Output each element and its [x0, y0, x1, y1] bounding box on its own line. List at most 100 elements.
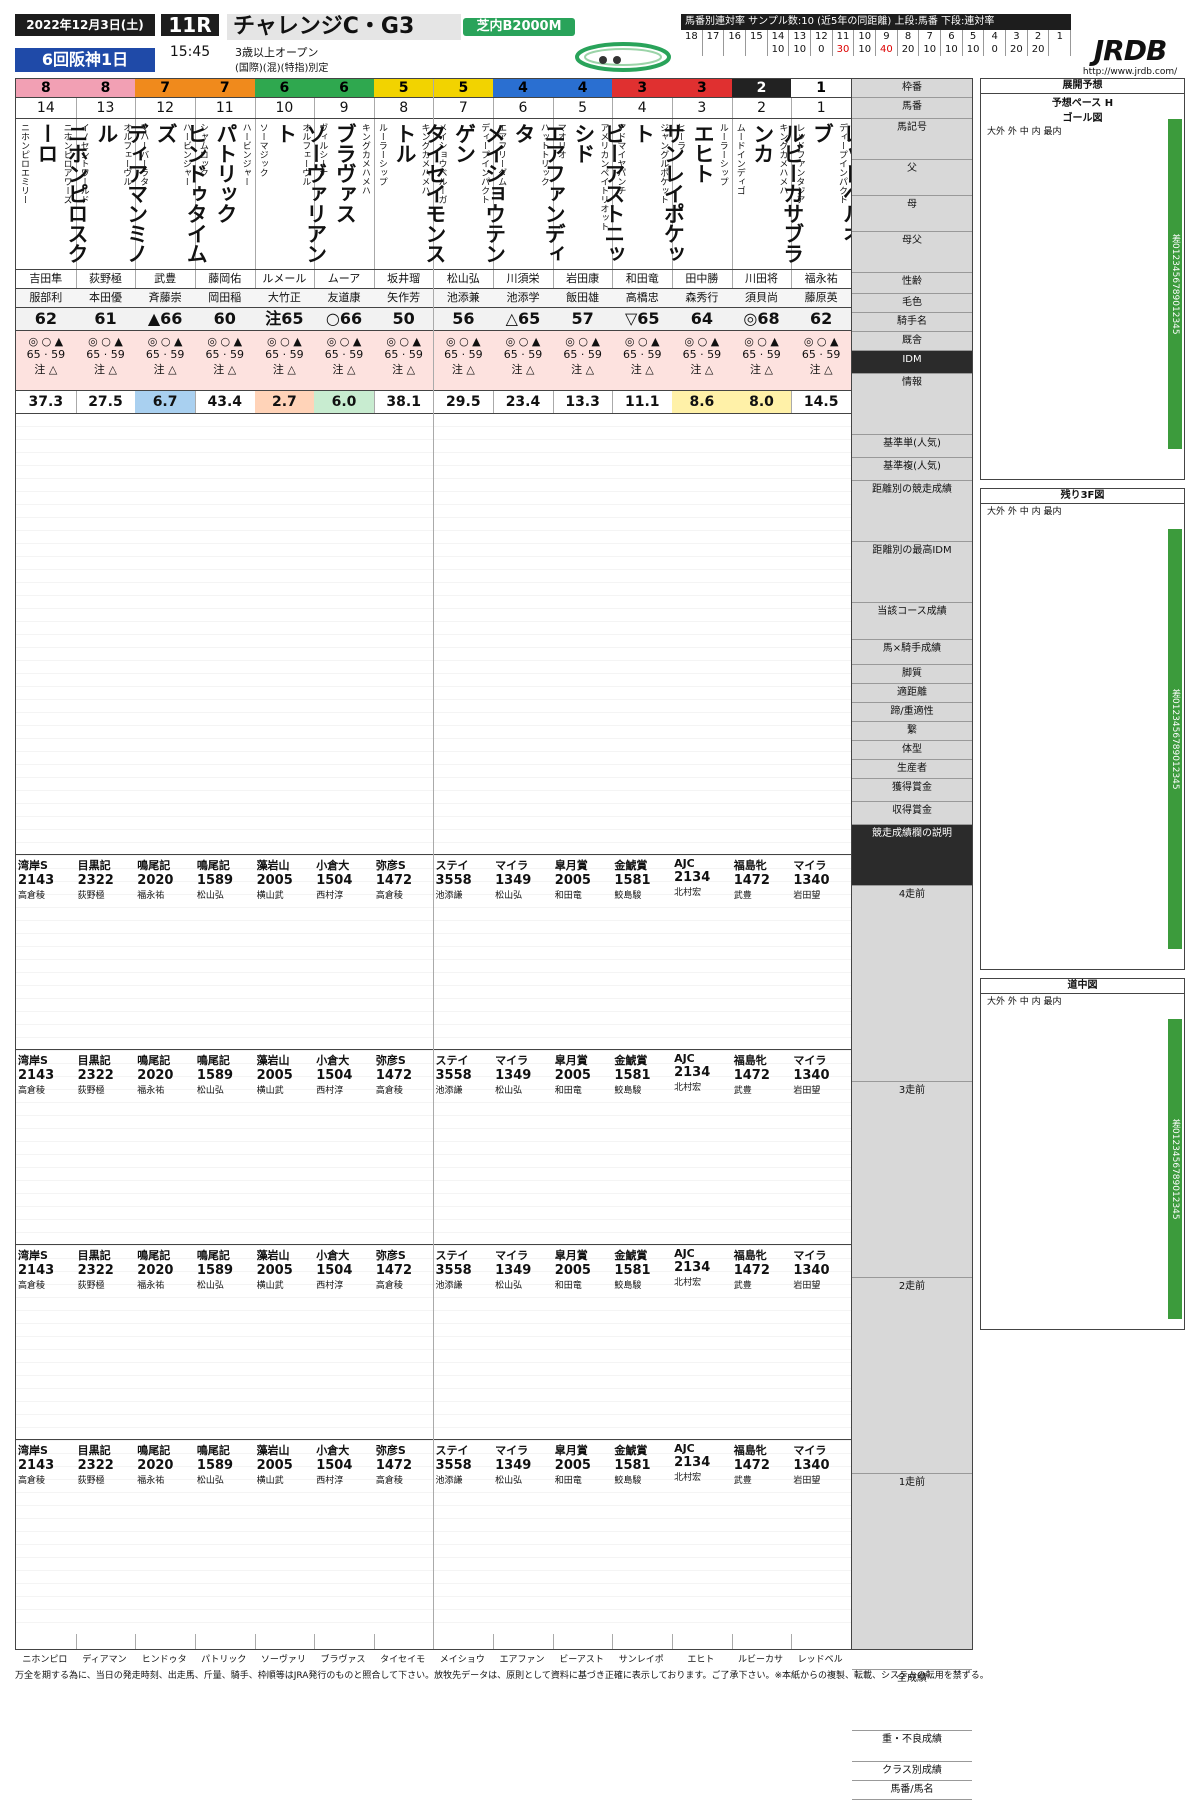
- base-odds: 2.7: [254, 391, 315, 414]
- past-race-cell: マイラ 1340 岩田望: [791, 1244, 851, 1374]
- past-race-cell: 皐月賞 2005 和田竜: [552, 1244, 613, 1374]
- horse-name-block[interactable]: シャムロック パトリック ハービンジャー: [194, 119, 255, 270]
- row-label: 情報: [852, 374, 972, 435]
- jockey-name: 田中勝: [672, 270, 732, 289]
- past-race-cell: ステイ 3558 池添謙: [433, 1244, 494, 1374]
- bottom-horse-name: サンレイポ: [618, 1655, 664, 1665]
- base-odds: 11.1: [612, 391, 673, 414]
- horse-name: ブラヴァス: [333, 123, 358, 223]
- past-race-name: 皐月賞: [554, 859, 588, 872]
- jockey-name: 藤岡佑: [194, 270, 255, 289]
- row-label: 母父: [852, 232, 972, 273]
- past-race-time: 2020: [137, 1263, 174, 1278]
- past-race-name: AJC: [674, 1247, 695, 1260]
- base-odds: 43.4: [194, 391, 255, 414]
- trainer-name: 服部利: [16, 289, 76, 308]
- past-race-name: 金鯱賞: [614, 1249, 648, 1262]
- past-race-jockey: 鮫島駿: [614, 1281, 642, 1291]
- bottom-horse-name: ヒンドゥタ: [141, 1655, 187, 1665]
- past-race-jockey: 鮫島駿: [614, 1476, 642, 1486]
- past-race-jockey: 北村宏: [674, 1473, 702, 1483]
- past-race-time: 2005: [256, 1068, 293, 1083]
- horse-name-block[interactable]: マハーバーラタ ヒンドゥタイムズ ハービンジャー: [135, 119, 208, 270]
- past-race-name: 目黒記: [77, 1054, 111, 1067]
- horse-name-block[interactable]: ムードインディゴ ルビーカサブランカ キングカメハメハ: [731, 119, 805, 270]
- row-label: 馬記号: [852, 119, 972, 160]
- info-marks: ◎ ○ ▲ 65 · 59 注 △: [314, 331, 374, 391]
- idm-value: △65: [493, 308, 553, 331]
- past-race-name: 鳴尾記: [137, 859, 171, 872]
- past-race-cell: 金鯱賞 1581 鮫島駿: [612, 1244, 673, 1374]
- horse-number: 6: [493, 98, 553, 119]
- jockey-name: ムーア: [314, 270, 374, 289]
- horse-name-block[interactable]: マオリオ ビーアストニッシド アメリカンペイトリオット: [552, 119, 626, 270]
- horse-column: 5 8 ルーラーシップ タイセイモンストル キングカメハメハ 坂井瑠 矢作芳 5…: [373, 79, 447, 1649]
- past-race-name: 金鯱賞: [614, 1444, 648, 1457]
- past-race-jockey: 高倉稜: [18, 1086, 46, 1096]
- past-race-time: 2005: [256, 1458, 293, 1473]
- waku-number: 7: [194, 79, 255, 98]
- past-race-jockey: 鮫島駿: [614, 891, 642, 901]
- idm-value: ▲66: [135, 308, 195, 331]
- past-race-jockey: 高倉稜: [375, 1086, 403, 1096]
- waku-number: 7: [135, 79, 195, 98]
- trainer-name: 藤原英: [791, 289, 851, 308]
- info-marks: ◎ ○ ▲ 65 · 59 注 △: [75, 331, 136, 391]
- l3f-axis: 大外 外 中 内 最内: [987, 507, 1062, 517]
- horse-column: 7 11 シャムロック パトリック ハービンジャー 藤岡佑 岡田稲 60 ◎ ○…: [194, 79, 256, 1649]
- past-race-jockey: 和田竜: [554, 1086, 582, 1096]
- base-odds: 38.1: [373, 391, 434, 414]
- race-number: 11R: [161, 14, 219, 36]
- stats-rate: [724, 43, 747, 56]
- row-label: 距離別の最高IDM: [852, 542, 972, 603]
- horse-name-block[interactable]: レッドファンタジア レッドベルオーブ ディープインパクト: [791, 119, 864, 270]
- horse-name-block[interactable]: ヒーラ エヒト ルーラーシップ: [672, 119, 732, 270]
- horse-name-block[interactable]: エアフリーダム エアファンディタ ハットトリック: [493, 119, 566, 270]
- past-race-time: 3558: [435, 873, 472, 888]
- past-race-cell: AJC 2134 北村宏: [672, 1439, 732, 1569]
- row-label: 母: [852, 196, 972, 232]
- past-race-time: 1340: [793, 873, 830, 888]
- stats-rate: [681, 43, 703, 56]
- row-label: 獲得賞金: [852, 779, 972, 802]
- horse-name-block[interactable]: ルーラーシップ タイセイモンストル キングカメハメハ: [373, 119, 447, 270]
- past-race-name: 弥彦S: [375, 859, 406, 872]
- past-race-cell: 福島牝 1472 武豊: [731, 854, 792, 984]
- info-marks: ◎ ○ ▲ 65 · 59 注 △: [433, 331, 494, 391]
- past-race-name: 皐月賞: [554, 1444, 588, 1457]
- horse-name-block[interactable]: メイショウベルーガ メイショウテンゲン ディープインパクト: [433, 119, 507, 270]
- row-label: 1走前: [852, 1474, 972, 1670]
- past-race-jockey: 荻野極: [77, 1086, 105, 1096]
- past-race-name: 藻岩山: [256, 1054, 290, 1067]
- horse-name-block[interactable]: イノセントワールド ディアマンミノル オルフェーヴル: [75, 119, 149, 270]
- bottom-horse-name: レッドベル: [797, 1655, 843, 1665]
- past-race-name: 金鯱賞: [614, 859, 648, 872]
- horse-name-block[interactable]: ヴィルシーナ ブラヴァス キングカメハメハ: [314, 119, 374, 270]
- horse-name-block[interactable]: アドマイヤパンチ サンレイポケット ジャングルポケット: [612, 119, 685, 270]
- waku-number: 6: [314, 79, 374, 98]
- past-race-time: 3558: [435, 1458, 472, 1473]
- past-race-jockey: 松山弘: [495, 1476, 523, 1486]
- horse-name-block[interactable]: ソーマジック ソーヴァリアント オルフェーヴル: [254, 119, 328, 270]
- past-race-time: 2005: [554, 1458, 591, 1473]
- horse-number: 12: [135, 98, 195, 119]
- horse-name-block[interactable]: ニホンピロエミリー ニホンピロスクーロ ニホンピロアワーズ: [16, 119, 89, 270]
- sire-name: ハービンジャー: [240, 123, 251, 186]
- row-label: 3走前: [852, 1082, 972, 1278]
- sire-name: キングカメハメハ: [419, 123, 430, 195]
- past-race-time: 2005: [554, 1263, 591, 1278]
- past-race-jockey: 武豊: [733, 1281, 752, 1291]
- past-race-name: マイラ: [495, 1054, 529, 1067]
- past-race-cell: 皐月賞 2005 和田竜: [552, 1439, 613, 1569]
- past-race-time: 1589: [196, 1458, 234, 1473]
- logo-url[interactable]: http://www.jrdb.com/: [1075, 67, 1185, 77]
- history-body: 小倉大 1504 西村淳 小倉大 1504 西村淳 小倉大 1504 西村淳 小倉大 1504 西村淳: [314, 414, 374, 1634]
- trainer-name: 本田優: [75, 289, 136, 308]
- past-race-name: マイラ: [793, 1249, 827, 1262]
- dam-name: ニホンピロエミリー: [19, 123, 29, 204]
- past-race-jockey: 横山武: [256, 1476, 284, 1486]
- mid-axis: 大外 外 中 内 最内: [987, 997, 1062, 1007]
- past-race-jockey: 横山武: [256, 1086, 284, 1096]
- past-race-time: 1504: [316, 1068, 353, 1083]
- past-race-cell: 鳴尾記 2020 福永祐: [135, 854, 195, 984]
